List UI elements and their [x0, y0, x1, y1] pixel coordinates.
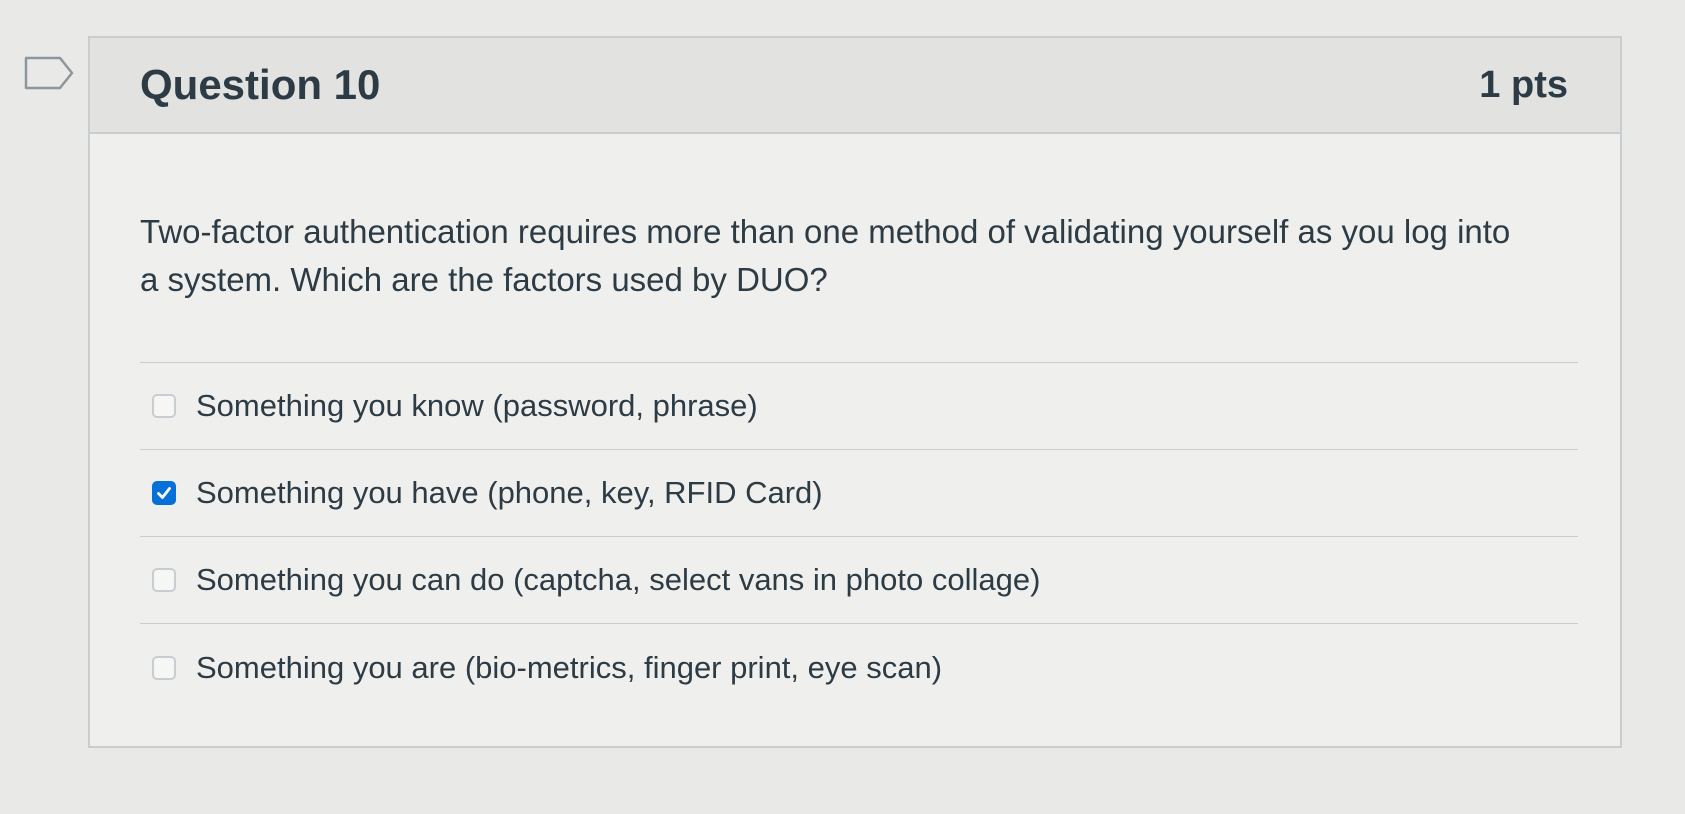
answer-option[interactable]: Something you have (phone, key, RFID Car… [140, 450, 1578, 537]
checkmark-icon [157, 487, 171, 499]
question-body: Two-factor authentication requires more … [90, 134, 1620, 711]
answer-checkbox[interactable] [152, 481, 176, 505]
flag-question-icon[interactable] [24, 56, 74, 90]
answer-option[interactable]: Something you can do (captcha, select va… [140, 537, 1578, 624]
answer-checkbox[interactable] [152, 568, 176, 592]
answer-option[interactable]: Something you are (bio-metrics, finger p… [140, 624, 1578, 711]
answer-checkbox[interactable] [152, 655, 176, 680]
answer-label[interactable]: Something you can do (captcha, select va… [196, 562, 1040, 598]
question-text: Two-factor authentication requires more … [140, 213, 1511, 298]
answer-label[interactable]: Something you have (phone, key, RFID Car… [196, 475, 823, 511]
question-title: Question 10 [140, 61, 381, 108]
question-points: 1 pts [1479, 63, 1568, 106]
answer-list: Something you know (password, phrase) So… [140, 362, 1578, 711]
question-card: Question 10 1 pts Two-factor authenticat… [88, 36, 1622, 748]
answer-option[interactable]: Something you know (password, phrase) [140, 363, 1578, 450]
question-header: Question 10 1 pts [90, 38, 1620, 134]
answer-label[interactable]: Something you know (password, phrase) [196, 388, 758, 424]
answer-label[interactable]: Something you are (bio-metrics, finger p… [196, 650, 942, 686]
answer-checkbox[interactable] [152, 394, 176, 418]
